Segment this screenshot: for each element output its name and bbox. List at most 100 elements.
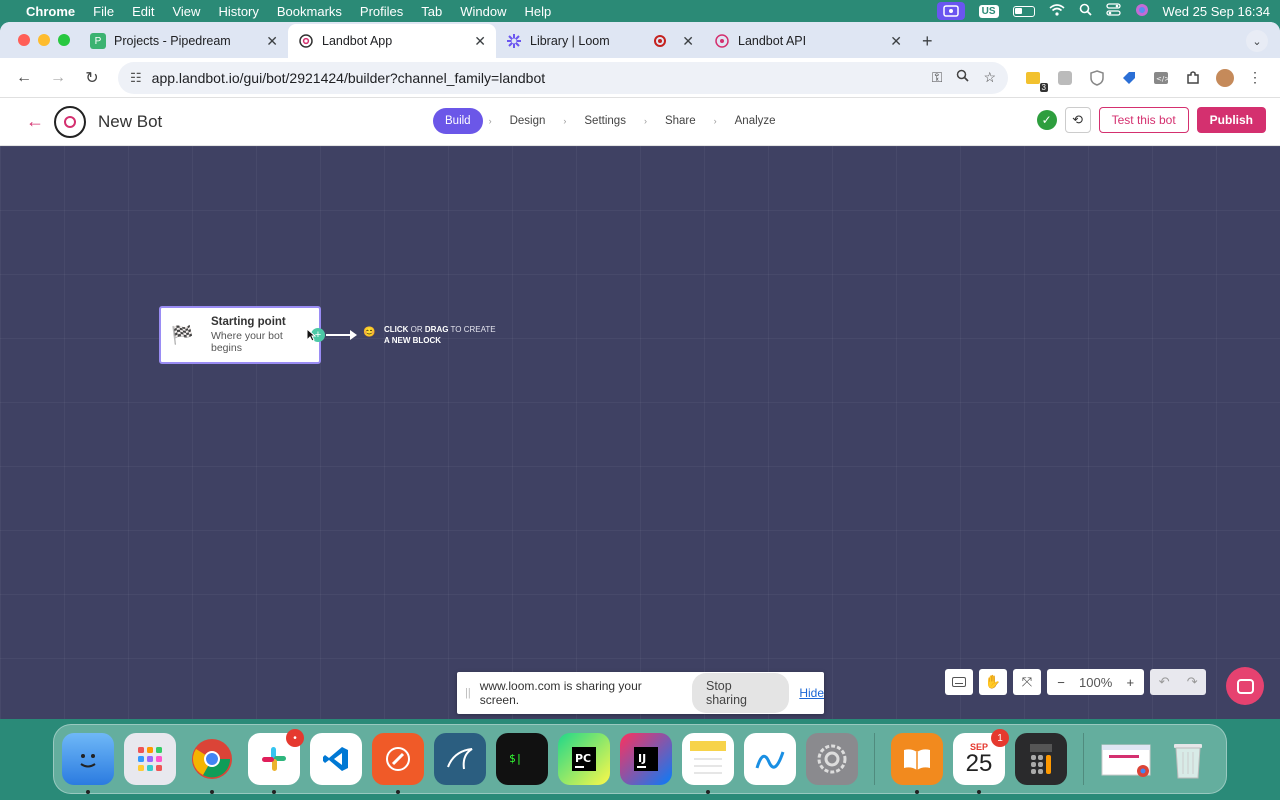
menu-window[interactable]: Window [460, 4, 506, 19]
step-analyze[interactable]: Analyze [723, 108, 788, 134]
tab-title: Landbot App [322, 34, 393, 48]
zoom-icon[interactable] [956, 69, 970, 86]
undo-icon[interactable]: ↶ [1150, 669, 1178, 695]
zoom-in-button[interactable]: + [1116, 669, 1144, 695]
tab-loom-library[interactable]: Library | Loom ✕ [496, 24, 704, 58]
menu-app-name[interactable]: Chrome [26, 4, 75, 19]
step-build[interactable]: Build [433, 108, 483, 134]
tab-landbot-app[interactable]: Landbot App ✕ [288, 24, 496, 58]
test-bot-button[interactable]: Test this bot [1098, 107, 1189, 133]
menu-edit[interactable]: Edit [132, 4, 154, 19]
extension-shield-icon[interactable] [1088, 69, 1106, 87]
mysql-workbench-icon[interactable] [434, 733, 486, 785]
system-settings-icon[interactable] [806, 733, 858, 785]
chevron-right-icon: › [643, 116, 647, 126]
menu-view[interactable]: View [172, 4, 200, 19]
stop-sharing-button[interactable]: Stop sharing [691, 673, 790, 713]
hide-banner-link[interactable]: Hide [799, 686, 824, 700]
menu-bookmarks[interactable]: Bookmarks [277, 4, 342, 19]
siri-icon[interactable] [1135, 3, 1149, 20]
builder-canvas[interactable]: 🏁 Starting point Where your bot begins +… [0, 146, 1280, 719]
profile-avatar[interactable] [1216, 68, 1234, 87]
drag-grip-icon[interactable]: || [465, 687, 471, 699]
terminal-icon[interactable]: $| [496, 733, 548, 785]
calendar-icon[interactable]: SEP 25 1 [953, 729, 1009, 794]
vscode-icon[interactable] [310, 733, 362, 785]
publish-button[interactable]: Publish [1196, 107, 1266, 133]
chrome-dock-icon[interactable] [186, 733, 238, 794]
reload-button[interactable]: ↻ [78, 64, 106, 92]
close-tab-icon[interactable]: ✕ [682, 33, 694, 50]
version-history-button[interactable]: ⟲ [1064, 107, 1091, 133]
step-settings[interactable]: Settings [572, 108, 638, 134]
smile-emoji-icon: 😊 [363, 327, 376, 338]
bookmark-star-icon[interactable]: ☆ [983, 69, 996, 86]
slack-icon[interactable]: • [248, 729, 304, 794]
fit-to-screen-icon[interactable]: ⤧ [1013, 669, 1041, 695]
postman-icon[interactable] [372, 733, 424, 794]
close-window-button[interactable] [18, 34, 30, 46]
extension-notes-icon[interactable]: 3 [1024, 69, 1048, 92]
chevron-right-icon: › [713, 116, 717, 126]
zoom-out-button[interactable]: − [1047, 669, 1075, 695]
step-design[interactable]: Design [498, 108, 558, 134]
tab-search-chevron-icon[interactable]: ⌄ [1246, 30, 1268, 52]
tab-landbot-api[interactable]: Landbot API ✕ [704, 24, 912, 58]
menu-help[interactable]: Help [525, 4, 552, 19]
menu-file[interactable]: File [93, 4, 114, 19]
close-tab-icon[interactable]: ✕ [266, 33, 278, 50]
spotlight-search-icon[interactable] [1079, 3, 1092, 19]
minimized-chrome-window-icon[interactable] [1100, 733, 1152, 785]
menu-profiles[interactable]: Profiles [360, 4, 403, 19]
launchpad-icon[interactable] [124, 733, 176, 785]
step-share[interactable]: Share [653, 108, 708, 134]
control-center-icon[interactable] [1105, 3, 1121, 19]
landbot-logo[interactable] [54, 105, 86, 138]
slack-badge: • [286, 729, 304, 747]
url-text[interactable]: app.landbot.io/gui/bot/2921424/builder?c… [152, 70, 932, 86]
chevron-right-icon: › [563, 116, 567, 126]
calculator-icon[interactable] [1015, 733, 1067, 785]
chrome-menu-icon[interactable]: ⋮ [1248, 69, 1262, 86]
menu-tab[interactable]: Tab [421, 4, 442, 19]
close-tab-icon[interactable]: ✕ [474, 33, 486, 50]
loom-recording-icon[interactable] [936, 2, 965, 20]
input-source-badge[interactable]: US [978, 4, 999, 18]
forward-button[interactable]: → [44, 64, 72, 92]
trash-icon[interactable] [1162, 733, 1214, 785]
pycharm-icon[interactable]: PC [558, 733, 610, 785]
keyboard-shortcuts-icon[interactable] [945, 669, 973, 695]
address-bar[interactable]: ☷ app.landbot.io/gui/bot/2921424/builder… [118, 61, 1008, 94]
wifi-icon[interactable] [1049, 3, 1065, 19]
starting-point-block[interactable]: 🏁 Starting point Where your bot begins [159, 306, 321, 364]
tab-pipedream[interactable]: P Projects - Pipedream ✕ [80, 24, 288, 58]
hand-pan-icon[interactable]: ✋ [979, 669, 1007, 695]
books-icon[interactable] [891, 733, 943, 794]
back-arrow-icon[interactable]: ← [26, 111, 44, 132]
extension-tag-icon[interactable] [1120, 69, 1138, 87]
browser-toolbar: ← → ↻ ☷ app.landbot.io/gui/bot/2921424/b… [0, 58, 1280, 98]
battery-icon[interactable] [1012, 5, 1035, 17]
freeform-icon[interactable] [744, 733, 796, 785]
notes-icon[interactable] [682, 733, 734, 794]
menu-history[interactable]: History [218, 4, 258, 19]
finder-icon[interactable] [62, 733, 114, 794]
back-button[interactable]: ← [10, 64, 38, 92]
start-block-title: Starting point [211, 316, 286, 328]
site-info-icon[interactable]: ☷ [130, 70, 142, 86]
extension-code-icon[interactable]: </> [1152, 69, 1170, 87]
extension-translate-icon[interactable] [1056, 69, 1074, 87]
password-key-icon[interactable]: ⚿ [932, 69, 943, 86]
pipedream-icon: P [90, 33, 106, 49]
extensions-puzzle-icon[interactable] [1184, 69, 1202, 87]
support-chat-button[interactable] [1226, 667, 1264, 705]
minimize-window-button[interactable] [38, 34, 50, 46]
new-tab-button[interactable]: + [912, 24, 943, 58]
redo-icon[interactable]: ↷ [1178, 669, 1206, 695]
intellij-icon[interactable]: IJ [620, 733, 672, 785]
hint-new-block: A NEW BLOCK [384, 336, 442, 345]
close-tab-icon[interactable]: ✕ [890, 33, 902, 50]
zoom-window-button[interactable] [58, 34, 70, 46]
menubar-clock[interactable]: Wed 25 Sep 16:34 [1163, 4, 1270, 19]
bot-name[interactable]: New Bot [98, 112, 162, 132]
